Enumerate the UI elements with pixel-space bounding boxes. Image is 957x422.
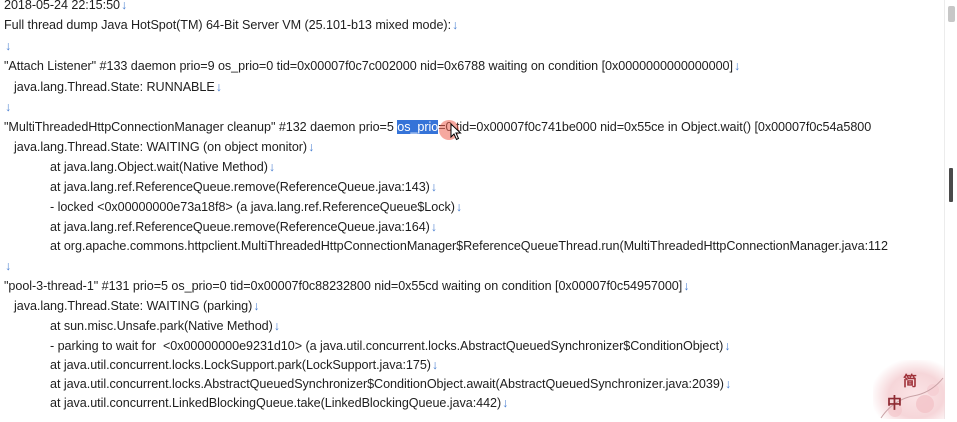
editor-line-16[interactable]: java.lang.Thread.State: WAITING (parking… xyxy=(14,296,260,316)
line-break-mark: ↓ xyxy=(431,358,439,372)
line-text: at java.lang.Object.wait(Native Method) xyxy=(50,160,268,174)
editor-line-3[interactable]: ↓ xyxy=(4,36,11,56)
line-break-mark: ↓ xyxy=(452,18,459,32)
line-text-before-selection: "MultiThreadedHttpConnectionManager clea… xyxy=(4,120,398,134)
editor-line-20[interactable]: at java.util.concurrent.locks.AbstractQu… xyxy=(50,374,731,394)
editor-line-6[interactable]: ↓ xyxy=(4,97,11,117)
line-text: 2018-05-24 22:15:50 xyxy=(4,0,120,12)
editor-line-11[interactable]: - locked <0x00000000e73a18f8> (a java.la… xyxy=(50,197,462,217)
line-break-mark: ↓ xyxy=(733,59,741,73)
line-break-mark: ↓ xyxy=(455,200,463,214)
line-text: at java.util.concurrent.locks.LockSuppor… xyxy=(50,358,431,372)
editor-line-18[interactable]: - parking to wait for <0x00000000e9231d1… xyxy=(50,336,731,356)
line-text: at java.util.concurrent.locks.AbstractQu… xyxy=(50,377,724,391)
editor-line-14[interactable]: ↓ xyxy=(4,256,11,276)
line-text: java.lang.Thread.State: RUNNABLE xyxy=(14,80,215,94)
selected-text[interactable]: os_prio xyxy=(397,120,438,134)
line-break-mark: ↓ xyxy=(5,259,12,273)
line-break-mark: ↓ xyxy=(683,279,690,293)
line-break-mark: ↓ xyxy=(308,140,315,154)
line-text: "pool-3-thread-1" #131 prio=5 os_prio=0 … xyxy=(4,279,683,293)
editor-line-2[interactable]: Full thread dump Java HotSpot(TM) 64-Bit… xyxy=(4,15,458,35)
line-break-mark: ↓ xyxy=(502,396,509,410)
scroll-up-button[interactable] xyxy=(948,6,955,22)
watermark-logo: 简 中 xyxy=(873,360,945,419)
editor-line-17[interactable]: at sun.misc.Unsafe.park(Native Method)↓ xyxy=(50,316,280,336)
line-text: at java.lang.ref.ReferenceQueue.remove(R… xyxy=(50,180,430,194)
line-break-mark: ↓ xyxy=(430,220,438,234)
editor-line-1[interactable]: 2018-05-24 22:15:50↓ xyxy=(4,0,127,15)
watermark-char: 中 xyxy=(887,394,902,412)
line-text: Full thread dump Java HotSpot(TM) 64-Bit… xyxy=(4,18,452,32)
watermark-char: 简 xyxy=(903,373,917,390)
line-break-mark: ↓ xyxy=(724,339,731,353)
line-break-mark: ↓ xyxy=(5,100,12,114)
editor-line-13[interactable]: at org.apache.commons.httpclient.MultiTh… xyxy=(50,236,889,256)
editor-line-10[interactable]: at java.lang.ref.ReferenceQueue.remove(R… xyxy=(50,177,437,197)
line-text: at org.apache.commons.httpclient.MultiTh… xyxy=(50,239,888,253)
line-text: at java.util.concurrent.LinkedBlockingQu… xyxy=(50,396,502,410)
line-text: at sun.misc.Unsafe.park(Native Method) xyxy=(50,319,273,333)
line-break-mark: ↓ xyxy=(215,80,222,94)
line-break-mark: ↓ xyxy=(724,377,732,391)
line-break-mark: ↓ xyxy=(273,319,281,333)
editor-line-7[interactable]: "MultiThreadedHttpConnectionManager clea… xyxy=(4,117,871,137)
line-text: - parking to wait for <0x00000000e9231d1… xyxy=(50,339,724,353)
vertical-scrollbar[interactable] xyxy=(944,0,957,419)
editor-line-19[interactable]: at java.util.concurrent.locks.LockSuppor… xyxy=(50,355,438,375)
line-text: - locked <0x00000000e73a18f8> (a java.la… xyxy=(50,200,455,214)
editor-line-9[interactable]: at java.lang.Object.wait(Native Method)↓ xyxy=(50,157,275,177)
scrollbar-thumb[interactable] xyxy=(949,168,953,202)
line-break-mark: ↓ xyxy=(430,180,438,194)
line-break-mark: ↓ xyxy=(121,0,128,12)
line-break-mark: ↓ xyxy=(268,160,276,174)
text-editor[interactable]: 2018-05-24 22:15:50↓ Full thread dump Ja… xyxy=(0,0,944,419)
editor-line-21[interactable]: at java.util.concurrent.LinkedBlockingQu… xyxy=(50,393,508,413)
editor-line-12[interactable]: at java.lang.ref.ReferenceQueue.remove(R… xyxy=(50,217,437,237)
logo-flower-icon: 简 中 xyxy=(880,373,944,419)
line-break-mark: ↓ xyxy=(253,299,260,313)
editor-line-5[interactable]: java.lang.Thread.State: RUNNABLE↓ xyxy=(14,77,222,97)
line-text: java.lang.Thread.State: WAITING (on obje… xyxy=(14,140,308,154)
mouse-pointer-icon xyxy=(450,123,462,141)
editor-line-4[interactable]: "Attach Listener" #133 daemon prio=9 os_… xyxy=(4,56,740,76)
editor-line-8[interactable]: java.lang.Thread.State: WAITING (on obje… xyxy=(14,137,314,157)
line-text: at java.lang.ref.ReferenceQueue.remove(R… xyxy=(50,220,430,234)
line-text: "Attach Listener" #133 daemon prio=9 os_… xyxy=(4,59,733,73)
line-text: java.lang.Thread.State: WAITING (parking… xyxy=(14,299,253,313)
line-text-after-selection: =0 tid=0x00007f0c741be000 nid=0x55ce in … xyxy=(438,120,872,134)
editor-line-15[interactable]: "pool-3-thread-1" #131 prio=5 os_prio=0 … xyxy=(4,276,689,296)
line-break-mark: ↓ xyxy=(5,39,12,53)
